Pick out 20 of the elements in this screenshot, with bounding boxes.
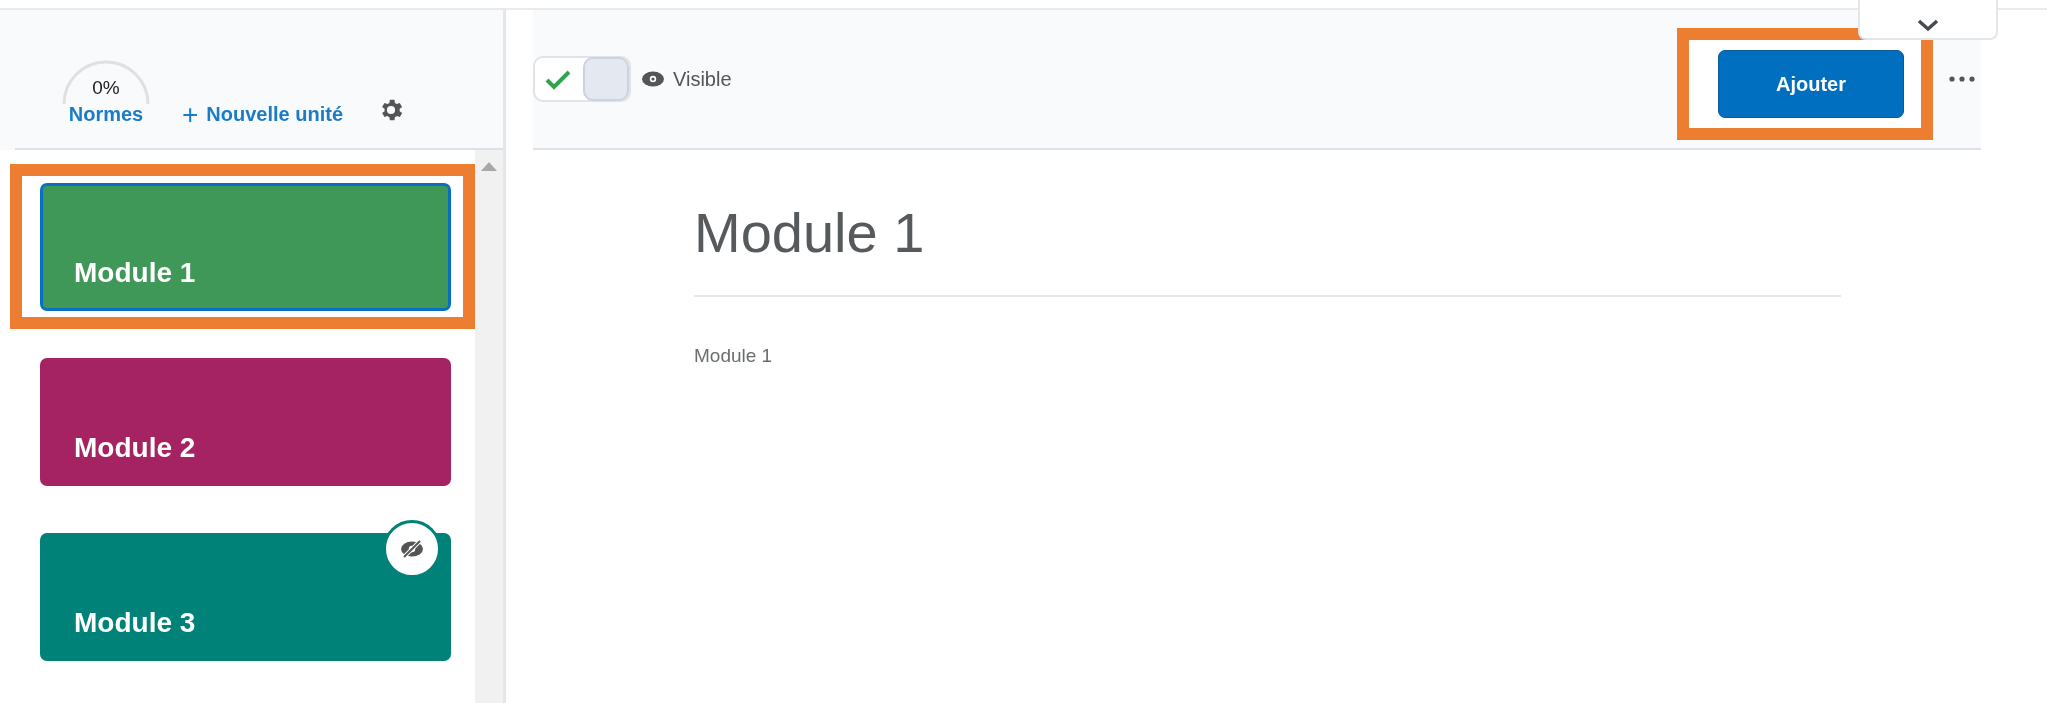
module-description: Module 1	[694, 345, 774, 367]
module-title: Module 1	[74, 257, 196, 289]
visibility-label: Visible	[673, 67, 732, 91]
scroll-up-icon[interactable]	[481, 162, 497, 171]
standards-link[interactable]: Normes	[68, 103, 144, 126]
new-unit-link[interactable]: + Nouvelle unité	[182, 103, 344, 126]
module-title: Module 3	[74, 607, 196, 639]
check-icon	[545, 70, 571, 90]
module-card[interactable]: Module 3	[40, 533, 451, 661]
module-card[interactable]: Module 2	[40, 358, 451, 486]
progress-percent: 0%	[92, 77, 120, 99]
module-title: Module 2	[74, 432, 196, 464]
module-heading: Module 1	[694, 200, 1841, 297]
module-card[interactable]: Module 1	[40, 183, 451, 311]
eye-icon	[641, 70, 665, 88]
eye-slash-icon	[400, 540, 424, 558]
visibility-toggle[interactable]	[533, 56, 631, 102]
chevron-down-icon	[1917, 19, 1939, 32]
scrollbar[interactable]	[475, 150, 503, 703]
add-button[interactable]: Ajouter	[1718, 50, 1904, 118]
